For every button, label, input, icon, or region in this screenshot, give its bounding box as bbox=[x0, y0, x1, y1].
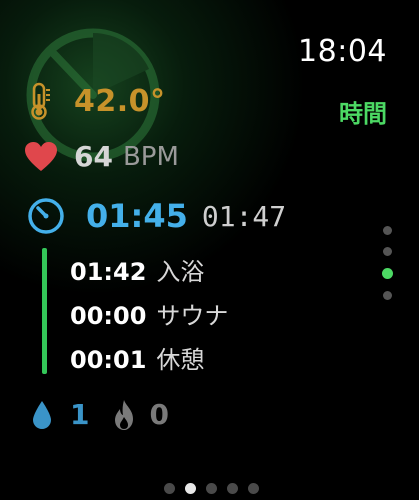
page-dot bbox=[206, 483, 217, 494]
phase-item-rest: 00:01 休憩 bbox=[70, 340, 204, 375]
thermometer-icon bbox=[31, 82, 50, 120]
water-count: 1 bbox=[70, 398, 90, 431]
heart-rate-unit: BPM bbox=[122, 141, 179, 172]
clock-time: 18:04 bbox=[298, 34, 387, 69]
page-dot bbox=[383, 247, 392, 256]
workout-screen: 18:04 時間 42.0° 64 BPM 01:45 01:47 01:42 … bbox=[0, 0, 419, 500]
phase-time: 00:01 bbox=[70, 346, 147, 374]
phase-item-bath: 01:42 入浴 bbox=[70, 252, 204, 287]
phase-indicator-bar bbox=[42, 248, 47, 374]
mode-label[interactable]: 時間 bbox=[339, 94, 387, 129]
page-dot bbox=[164, 483, 175, 494]
counters-row: 1 0 bbox=[32, 398, 169, 431]
flame-icon bbox=[115, 399, 134, 430]
phase-label: 休憩 bbox=[156, 346, 205, 374]
vertical-page-indicator bbox=[382, 226, 393, 312]
heat-count: 0 bbox=[149, 398, 169, 431]
heart-rate-value: 64 bbox=[74, 140, 113, 173]
page-dot bbox=[383, 226, 392, 235]
phase-label: 入浴 bbox=[156, 258, 205, 286]
page-dot-active bbox=[382, 268, 393, 279]
horizontal-page-indicator bbox=[164, 483, 269, 494]
page-dot bbox=[227, 483, 238, 494]
phase-label: サウナ bbox=[156, 302, 229, 330]
phase-time: 00:00 bbox=[70, 302, 147, 330]
phase-time: 01:42 bbox=[70, 258, 147, 286]
stopwatch-icon bbox=[28, 198, 64, 234]
temperature-row: 42.0° bbox=[26, 82, 166, 120]
elapsed-row: 01:45 01:47 bbox=[26, 196, 286, 236]
page-dot bbox=[383, 291, 392, 300]
temperature-value: 42.0° bbox=[74, 83, 166, 119]
elapsed-time: 01:45 bbox=[86, 197, 188, 235]
total-time: 01:47 bbox=[201, 199, 287, 233]
page-dot-active bbox=[185, 483, 196, 494]
heart-rate-row: 64 BPM bbox=[24, 140, 179, 173]
page-dot bbox=[248, 483, 259, 494]
heart-icon bbox=[25, 141, 57, 171]
phase-item-sauna: 00:00 サウナ bbox=[70, 296, 228, 331]
water-drop-icon bbox=[33, 400, 51, 429]
